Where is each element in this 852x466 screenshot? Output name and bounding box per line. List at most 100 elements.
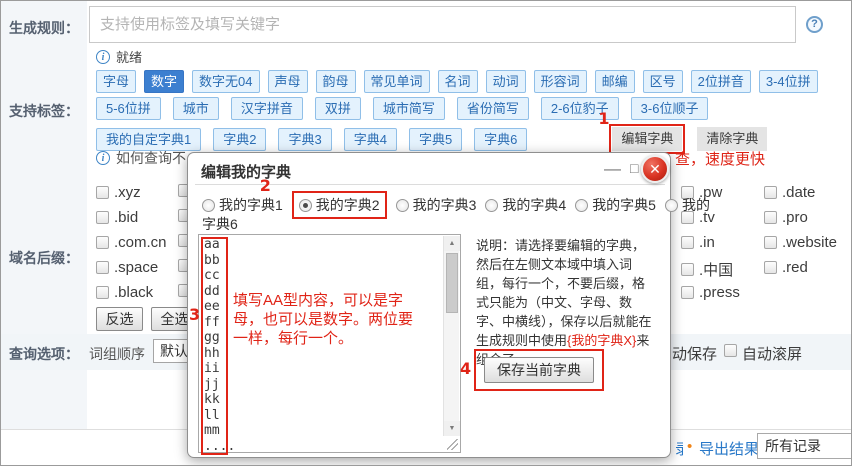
tag-button[interactable]: 双拼 bbox=[315, 97, 361, 120]
status-text: 就绪 bbox=[116, 47, 142, 66]
edit-dictionary-modal: 编辑我的字典 — □ ✕ 我的字典1 2我的字典2 我的字典3 我的字典4 我的字典5 我… bbox=[187, 152, 671, 458]
tag-button[interactable]: 字典6 bbox=[474, 128, 527, 151]
tag-button[interactable]: 邮编 bbox=[595, 70, 635, 93]
tag-button[interactable]: 数字无04 bbox=[192, 70, 259, 93]
tag-button[interactable]: 字典5 bbox=[409, 128, 462, 151]
word-order-label: 词组顺序 bbox=[89, 344, 145, 364]
tag-button[interactable]: 常见单词 bbox=[364, 70, 430, 93]
tag-button[interactable]: 3-6位顺子 bbox=[631, 97, 709, 120]
tag-button[interactable]: 数字 bbox=[144, 70, 184, 93]
tag-button[interactable]: 城市 bbox=[173, 97, 219, 120]
suffix-label: .website bbox=[782, 234, 837, 251]
suffix-checkbox[interactable] bbox=[96, 186, 109, 199]
generation-rule-input[interactable] bbox=[89, 6, 796, 43]
radio-label: 我的 bbox=[682, 195, 710, 215]
scroll-up-icon[interactable]: ▲ bbox=[444, 236, 460, 251]
help-icon[interactable]: ? bbox=[806, 16, 823, 33]
how-to-query-tip: i 如何查询不 bbox=[96, 148, 186, 168]
tag-button[interactable]: 韵母 bbox=[316, 70, 356, 93]
dictionary-radio-item[interactable]: 我的字典5 bbox=[575, 195, 656, 215]
suffix-label: .xyz bbox=[114, 184, 141, 201]
suffix-checkbox[interactable] bbox=[96, 211, 109, 224]
save-dictionary-button[interactable]: 保存当前字典 bbox=[484, 357, 594, 383]
dictionary-radio-item[interactable]: 我的字典4 bbox=[485, 195, 566, 215]
dictionary-radio-item[interactable]: 我的字典2 bbox=[299, 195, 380, 215]
edit-dictionary-button[interactable]: 编辑字典 bbox=[612, 127, 682, 151]
radio-icon[interactable] bbox=[202, 199, 215, 212]
suffix-checkbox[interactable] bbox=[96, 236, 109, 249]
suffix-checkbox-item: .中国 bbox=[681, 259, 733, 280]
minimize-icon[interactable]: — bbox=[604, 159, 621, 179]
scrollbar-thumb[interactable] bbox=[446, 253, 458, 313]
close-icon[interactable]: ✕ bbox=[641, 155, 669, 183]
export-results-link[interactable]: 导出结果 bbox=[699, 438, 759, 459]
suffix-checkbox[interactable] bbox=[681, 286, 694, 299]
tag-button[interactable]: 3-4位拼 bbox=[759, 70, 818, 93]
tag-button[interactable]: 字母 bbox=[96, 70, 136, 93]
tag-button[interactable]: 字典2 bbox=[213, 128, 266, 151]
suffix-checkbox[interactable] bbox=[681, 236, 694, 249]
modal-title: 编辑我的字典 bbox=[201, 161, 291, 182]
radio-label: 我的字典2 bbox=[316, 195, 380, 215]
radio-icon[interactable] bbox=[485, 199, 498, 212]
suffix-checkbox[interactable] bbox=[96, 286, 109, 299]
radio-icon[interactable] bbox=[299, 199, 312, 212]
tag-button[interactable]: 汉字拼音 bbox=[231, 97, 303, 120]
dictionary-radio-group: 我的字典1 2我的字典2 我的字典3 我的字典4 我的字典5 我的 bbox=[202, 191, 710, 219]
radio-icon[interactable] bbox=[396, 199, 409, 212]
suffix-checkbox[interactable] bbox=[764, 211, 777, 224]
radio-label: 我的字典1 bbox=[219, 195, 283, 215]
tag-button[interactable]: 字典4 bbox=[344, 128, 397, 151]
suffix-checkbox-item: .black bbox=[96, 284, 153, 301]
annotation-box-2: 2我的字典2 bbox=[292, 191, 387, 219]
suffix-label: .red bbox=[782, 259, 808, 276]
tag-button[interactable]: 字典3 bbox=[278, 128, 331, 151]
dictionary6-wrap-label: 字典6 bbox=[202, 214, 238, 234]
radio-label: 我的字典4 bbox=[502, 195, 566, 215]
suffix-label: .pro bbox=[782, 209, 808, 226]
annotation-number-1: 1 bbox=[598, 109, 609, 128]
suffix-label: .black bbox=[114, 284, 153, 301]
suffix-checkbox-item: .space bbox=[96, 259, 158, 276]
tip-text-left-fragment: 如何查询不 bbox=[116, 148, 186, 168]
tag-button[interactable]: 2位拼音 bbox=[691, 70, 751, 93]
suffix-checkbox[interactable] bbox=[96, 261, 109, 274]
tag-button[interactable]: 区号 bbox=[643, 70, 683, 93]
radio-icon[interactable] bbox=[665, 199, 678, 212]
autoscroll-label: 自动滚屏 bbox=[742, 343, 802, 364]
tag-button[interactable]: 省份简写 bbox=[457, 97, 529, 120]
suffix-checkbox-item: .press bbox=[681, 284, 740, 301]
suffix-checkbox-item: .xyz bbox=[96, 184, 141, 201]
scroll-down-icon[interactable]: ▼ bbox=[444, 421, 460, 436]
tag-button[interactable]: 名词 bbox=[438, 70, 478, 93]
clipped-link-fragment[interactable]: 录 bbox=[675, 438, 683, 459]
suffix-checkbox-item: .bid bbox=[96, 209, 138, 226]
suffix-checkbox-item: .red bbox=[764, 259, 808, 276]
suffix-label: .space bbox=[114, 259, 158, 276]
tag-button[interactable]: 声母 bbox=[268, 70, 308, 93]
radio-icon[interactable] bbox=[575, 199, 588, 212]
suffix-checkbox[interactable] bbox=[764, 236, 777, 249]
suffix-checkbox[interactable] bbox=[764, 261, 777, 274]
suffix-label: .date bbox=[782, 184, 815, 201]
maximize-icon[interactable]: □ bbox=[630, 160, 638, 176]
textarea-scrollbar[interactable]: ▲ ▼ bbox=[443, 236, 459, 436]
supported-tags-label: 支持标签： bbox=[9, 101, 79, 121]
query-options-label: 查询选项： bbox=[9, 344, 79, 364]
suffix-label: .com.cn bbox=[114, 234, 167, 251]
tag-button[interactable]: 城市简写 bbox=[373, 97, 445, 120]
autoscroll-checkbox[interactable] bbox=[724, 344, 737, 357]
tag-button[interactable]: 形容词 bbox=[534, 70, 587, 93]
suffix-checkbox[interactable] bbox=[764, 186, 777, 199]
suffix-checkbox[interactable] bbox=[681, 263, 694, 276]
dictionary-radio-item[interactable]: 我的字典1 bbox=[202, 195, 283, 215]
records-scope-select[interactable]: 所有记录 bbox=[757, 433, 852, 459]
tag-button[interactable]: 5-6位拼 bbox=[96, 97, 161, 120]
dictionary-radio-item[interactable]: 我的字典3 bbox=[396, 195, 477, 215]
tag-row-2: 5-6位拼城市汉字拼音双拼城市简写省份简写2-6位豹子3-6位顺子 bbox=[96, 97, 708, 120]
suffix-label: .bid bbox=[114, 209, 138, 226]
tag-button[interactable]: 动词 bbox=[486, 70, 526, 93]
invert-selection-button[interactable]: 反选 bbox=[96, 307, 143, 331]
resize-grip-icon[interactable] bbox=[447, 439, 458, 450]
dictionary-radio-item[interactable]: 我的 bbox=[665, 195, 710, 215]
